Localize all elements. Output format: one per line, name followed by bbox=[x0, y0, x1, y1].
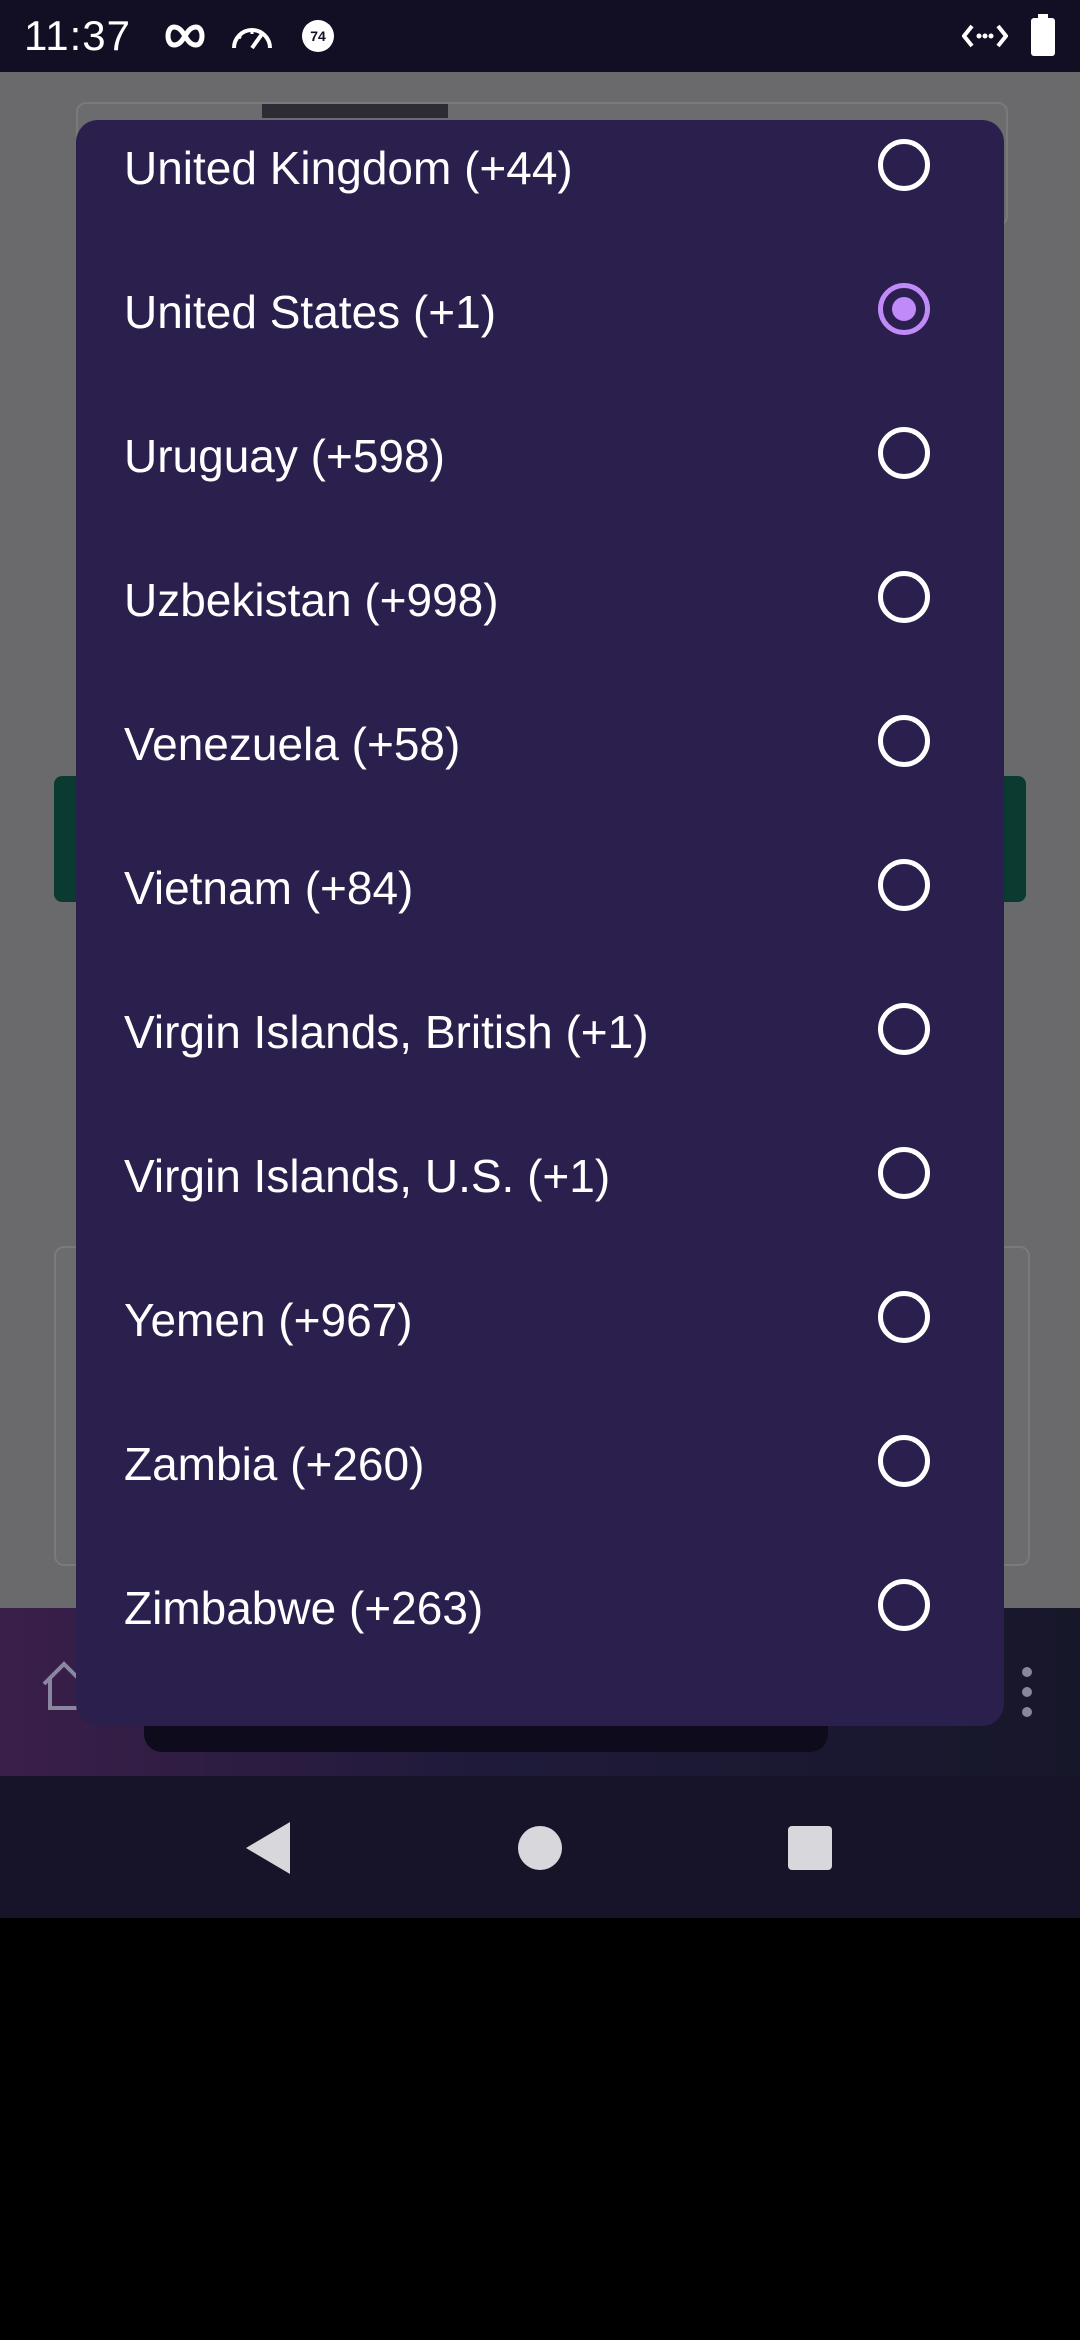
home-button[interactable] bbox=[502, 1810, 578, 1886]
radio-button[interactable] bbox=[878, 1147, 930, 1199]
country-label: Zimbabwe (+263) bbox=[124, 1582, 484, 1634]
system-nav-bar bbox=[0, 1776, 1080, 1918]
badge-number: 74 bbox=[310, 28, 326, 44]
speedometer-icon bbox=[228, 16, 276, 61]
country-item-zimbabwe[interactable]: Zimbabwe (+263) bbox=[76, 1536, 1004, 1680]
country-label: Uruguay (+598) bbox=[124, 430, 445, 482]
radio-button[interactable] bbox=[878, 1003, 930, 1055]
back-button[interactable] bbox=[230, 1810, 306, 1886]
status-time: 11:37 bbox=[24, 12, 131, 59]
country-code-dialog: United Kingdom (+44) United States (+1) … bbox=[76, 120, 1004, 1726]
radio-button[interactable] bbox=[878, 427, 930, 479]
back-icon bbox=[246, 1822, 290, 1874]
radio-button[interactable] bbox=[878, 715, 930, 767]
code-arrows-icon bbox=[961, 20, 1009, 57]
country-label: Venezuela (+58) bbox=[124, 718, 461, 770]
country-label: Zambia (+260) bbox=[124, 1438, 425, 1490]
country-label: Yemen (+967) bbox=[124, 1294, 413, 1346]
country-label: United States (+1) bbox=[124, 286, 497, 338]
country-item-zambia[interactable]: Zambia (+260) bbox=[76, 1392, 1004, 1536]
radio-button[interactable] bbox=[878, 1579, 930, 1631]
home-icon bbox=[518, 1826, 562, 1870]
radio-button[interactable] bbox=[878, 1435, 930, 1487]
country-label: United Kingdom (+44) bbox=[124, 142, 573, 194]
battery-icon bbox=[1030, 14, 1056, 61]
country-item-yemen[interactable]: Yemen (+967) bbox=[76, 1248, 1004, 1392]
country-label: Virgin Islands, U.S. (+1) bbox=[124, 1150, 611, 1202]
radio-button[interactable] bbox=[878, 139, 930, 191]
badge-74-icon: 74 bbox=[300, 18, 336, 59]
radio-button-selected[interactable] bbox=[878, 283, 930, 335]
radio-button[interactable] bbox=[878, 1291, 930, 1343]
country-item-virgin-islands-us[interactable]: Virgin Islands, U.S. (+1) bbox=[76, 1104, 1004, 1248]
country-item-uruguay[interactable]: Uruguay (+598) bbox=[76, 384, 1004, 528]
country-item-vietnam[interactable]: Vietnam (+84) bbox=[76, 816, 1004, 960]
country-item-united-kingdom[interactable]: United Kingdom (+44) bbox=[76, 120, 1004, 240]
country-item-uzbekistan[interactable]: Uzbekistan (+998) bbox=[76, 528, 1004, 672]
country-item-united-states[interactable]: United States (+1) bbox=[76, 240, 1004, 384]
radio-button[interactable] bbox=[878, 571, 930, 623]
background-tab-indicator bbox=[262, 104, 448, 118]
country-item-venezuela[interactable]: Venezuela (+58) bbox=[76, 672, 1004, 816]
recents-button[interactable] bbox=[772, 1810, 848, 1886]
country-label: Uzbekistan (+998) bbox=[124, 574, 499, 626]
more-vert-icon bbox=[1018, 1664, 1036, 1725]
recents-icon bbox=[788, 1826, 832, 1870]
screen: 11:37 74 United Kingdom (+44) United Sta… bbox=[0, 0, 1080, 1918]
country-item-virgin-islands-british[interactable]: Virgin Islands, British (+1) bbox=[76, 960, 1004, 1104]
country-label: Virgin Islands, British (+1) bbox=[124, 1006, 649, 1058]
radio-button[interactable] bbox=[878, 859, 930, 911]
country-label: Vietnam (+84) bbox=[124, 862, 414, 914]
infinity-icon bbox=[162, 18, 208, 59]
status-bar: 11:37 74 bbox=[0, 0, 1080, 72]
